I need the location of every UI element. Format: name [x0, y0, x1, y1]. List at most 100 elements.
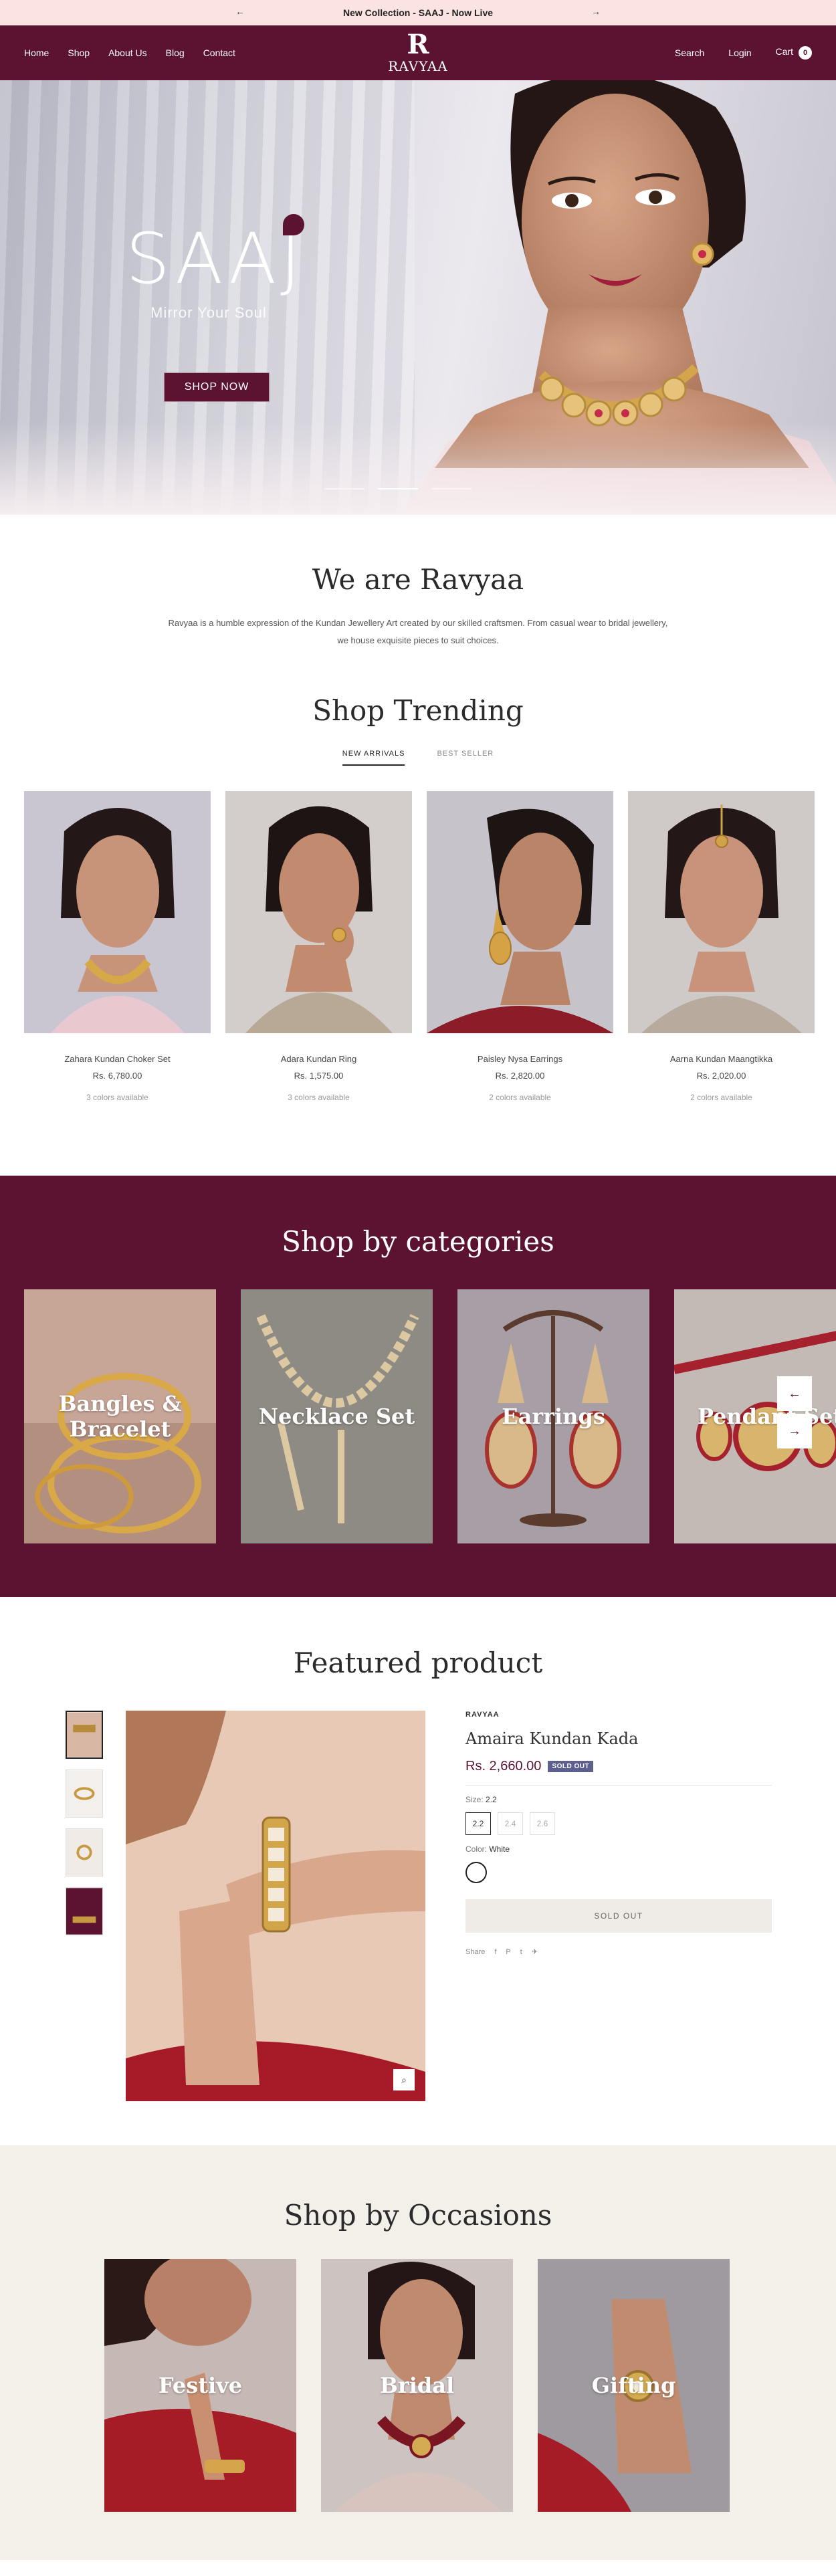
- product-name[interactable]: Aarna Kundan Maangtikka: [628, 1054, 815, 1064]
- product-card[interactable]: Adara Kundan Ring Rs. 1,575.00 3 colors …: [225, 791, 412, 1102]
- product-card[interactable]: Aarna Kundan Maangtikka Rs. 2,020.00 2 c…: [628, 791, 815, 1102]
- product-price: Rs. 2,660.00: [465, 1759, 542, 1774]
- category-label: Necklace Set: [258, 1404, 415, 1429]
- size-selected: 2.2: [486, 1795, 497, 1804]
- shop-now-button[interactable]: SHOP NOW: [164, 372, 270, 402]
- size-option[interactable]: 2.4: [498, 1812, 523, 1835]
- occasion-label: Gifting: [591, 2373, 676, 2398]
- email-icon[interactable]: ✈: [532, 1947, 538, 1956]
- category-card-bangles[interactable]: Bangles & Bracelet: [24, 1289, 216, 1543]
- announcement-text[interactable]: New Collection - SAAJ - Now Live: [343, 7, 493, 18]
- tab-best-seller[interactable]: BEST SELLER: [437, 750, 494, 766]
- cart-label: Cart: [775, 46, 793, 57]
- nav-blog[interactable]: Blog: [166, 47, 185, 58]
- product-image[interactable]: [628, 791, 815, 1033]
- hero-title: SAAJ: [126, 218, 305, 300]
- product-price: Rs. 6,780.00: [92, 1071, 142, 1081]
- product-card[interactable]: Paisley Nysa Earrings Rs. 2,820.00 2 col…: [427, 791, 613, 1102]
- thumbnail[interactable]: [66, 1711, 103, 1759]
- zoom-icon[interactable]: ⌕: [393, 2069, 415, 2090]
- occasion-card-gifting[interactable]: Gifting: [538, 2259, 730, 2512]
- facebook-icon[interactable]: f: [494, 1948, 496, 1956]
- twitter-icon[interactable]: t: [520, 1948, 522, 1956]
- product-price: Rs. 1,575.00: [294, 1071, 344, 1081]
- search-link[interactable]: Search: [675, 47, 704, 58]
- product-name[interactable]: Zahara Kundan Choker Set: [24, 1054, 211, 1064]
- category-card-earrings[interactable]: Earrings: [457, 1289, 649, 1543]
- product-price-row: Rs. 2,660.00 SOLD OUT: [465, 1759, 772, 1774]
- arrow-left-icon[interactable]: ←: [235, 6, 245, 17]
- thumbnail[interactable]: [66, 1887, 103, 1935]
- occasion-label: Bridal: [379, 2373, 455, 2398]
- site-header: Home Shop About Us Blog Contact R RAVYAA…: [0, 25, 836, 80]
- product-image[interactable]: [225, 791, 412, 1033]
- carousel-next-button[interactable]: →: [777, 1414, 812, 1448]
- product-price: Rs. 2,020.00: [696, 1071, 746, 1081]
- main-nav: Home Shop About Us Blog Contact: [24, 47, 235, 58]
- hero-slider-dots: [324, 488, 472, 490]
- product-image[interactable]: [24, 791, 211, 1033]
- logo[interactable]: R RAVYAA: [388, 31, 448, 74]
- hero-floor-fade: [0, 421, 836, 515]
- about-title: We are Ravyaa: [312, 563, 524, 596]
- carousel-prev-button[interactable]: ←: [777, 1376, 812, 1411]
- product-card[interactable]: Zahara Kundan Choker Set Rs. 6,780.00 3 …: [24, 791, 211, 1102]
- product-brand[interactable]: RAVYAA: [465, 1711, 772, 1719]
- login-link[interactable]: Login: [728, 47, 751, 58]
- size-selector: 2.2 2.4 2.6: [465, 1812, 772, 1835]
- share-row: Share f P t ✈: [465, 1947, 772, 1957]
- hero-title-accent: [283, 214, 304, 235]
- color-swatch-white[interactable]: [465, 1862, 487, 1883]
- trending-section: Shop Trending NEW ARRIVALS BEST SELLER Z…: [0, 694, 836, 1176]
- product-colors: 3 colors available: [86, 1093, 148, 1102]
- product-grid: Zahara Kundan Choker Set Rs. 6,780.00 3 …: [0, 791, 836, 1102]
- color-label: Color: White: [465, 1844, 772, 1854]
- category-label: Bangles & Bracelet: [24, 1391, 216, 1442]
- occasion-label: Festive: [158, 2373, 243, 2398]
- category-label-line-2: Bracelet: [69, 1416, 171, 1442]
- category-card-necklace[interactable]: Necklace Set: [241, 1289, 433, 1543]
- categories-title: Shop by categories: [282, 1225, 554, 1258]
- product-title[interactable]: Amaira Kundan Kada: [465, 1729, 772, 1748]
- occasion-card-festive[interactable]: Festive: [104, 2259, 296, 2512]
- nav-shop[interactable]: Shop: [68, 47, 90, 58]
- size-label-text: Size:: [465, 1795, 484, 1804]
- occasion-card-bridal[interactable]: Bridal: [321, 2259, 513, 2512]
- arrow-right-icon: →: [788, 1423, 801, 1438]
- size-option[interactable]: 2.2: [465, 1812, 491, 1835]
- pinterest-icon[interactable]: P: [506, 1948, 510, 1956]
- sold-out-button[interactable]: SOLD OUT: [465, 1899, 772, 1933]
- size-label: Size: 2.2: [465, 1795, 772, 1804]
- product-name[interactable]: Paisley Nysa Earrings: [427, 1054, 613, 1064]
- slide-dot-3[interactable]: [431, 488, 472, 490]
- thumbnail[interactable]: [66, 1769, 103, 1818]
- cart-count-badge: 0: [799, 46, 812, 60]
- color-selected: White: [489, 1844, 510, 1854]
- thumbnail[interactable]: [66, 1828, 103, 1876]
- featured-photo: [126, 1711, 425, 2101]
- trending-tabs: NEW ARRIVALS BEST SELLER: [0, 750, 836, 766]
- nav-home[interactable]: Home: [24, 47, 49, 58]
- cart-link[interactable]: Cart 0: [776, 46, 812, 60]
- announcement-bar: ← New Collection - SAAJ - Now Live →: [0, 0, 836, 25]
- tab-new-arrivals[interactable]: NEW ARRIVALS: [342, 750, 405, 766]
- logo-text: RAVYAA: [388, 58, 448, 74]
- about-section: We are Ravyaa Ravyaa is a humble express…: [0, 515, 836, 675]
- featured-product-image[interactable]: ⌕: [126, 1711, 425, 2101]
- product-image[interactable]: [427, 791, 613, 1033]
- occasions-section: Shop by Occasions Festive Bridal Gifting: [0, 2145, 836, 2560]
- product-name[interactable]: Adara Kundan Ring: [225, 1054, 412, 1064]
- product-colors: 2 colors available: [690, 1093, 752, 1102]
- divider: [465, 1785, 772, 1786]
- occasions-title: Shop by Occasions: [284, 2199, 552, 2232]
- slide-dot-2[interactable]: [378, 488, 418, 490]
- featured-title: Featured product: [293, 1646, 543, 1679]
- category-label: Earrings: [502, 1404, 605, 1429]
- arrow-right-icon[interactable]: →: [591, 6, 601, 17]
- category-label-line-1: Bangles &: [58, 1391, 182, 1416]
- nav-about-us[interactable]: About Us: [108, 47, 147, 58]
- nav-contact[interactable]: Contact: [203, 47, 235, 58]
- slide-dot-1[interactable]: [324, 488, 364, 490]
- product-info: RAVYAA Amaira Kundan Kada Rs. 2,660.00 S…: [465, 1711, 772, 1956]
- size-option[interactable]: 2.6: [530, 1812, 555, 1835]
